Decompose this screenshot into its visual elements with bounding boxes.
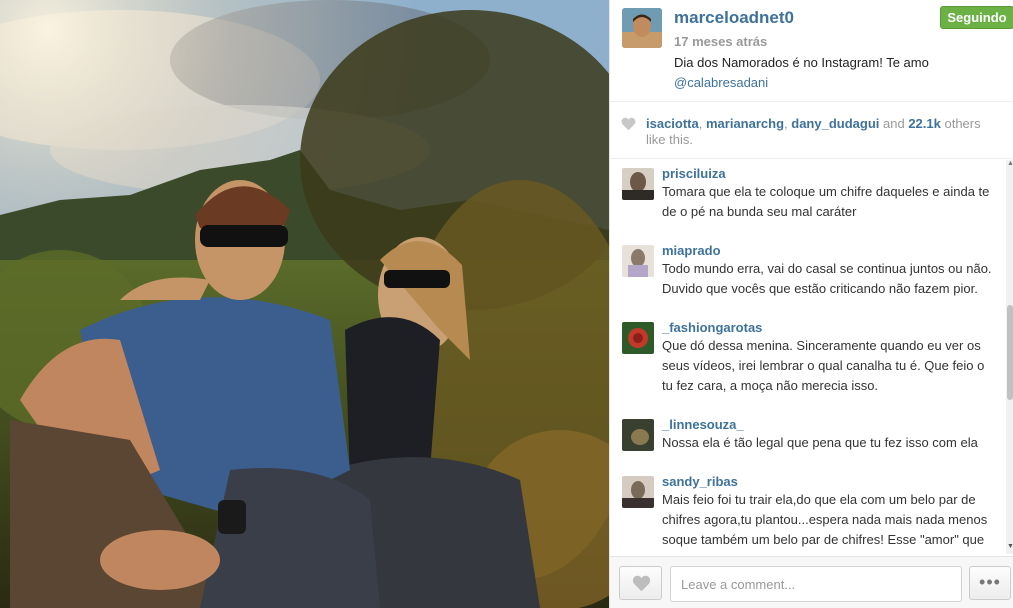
comment-text: Nossa ela é tão legal que pena que tu fe… xyxy=(662,435,978,450)
heart-icon xyxy=(621,117,636,131)
likes-and: and xyxy=(879,116,909,131)
likes-text: isaciotta, marianarchg, dany_dudagui and… xyxy=(646,116,996,148)
commenter-username[interactable]: _fashiongarotas xyxy=(662,314,998,336)
caption-text: Dia dos Namorados é no Instagram! Te amo xyxy=(674,55,929,70)
following-button[interactable]: Seguindo xyxy=(940,6,1013,29)
liker-marianarchg[interactable]: marianarchg xyxy=(706,116,784,131)
comment-input[interactable] xyxy=(670,566,962,602)
commenter-avatar[interactable] xyxy=(622,476,654,508)
comment-footer: ••• xyxy=(610,556,1013,608)
commenter-username[interactable]: miaprado xyxy=(662,237,998,259)
commenter-username[interactable]: _linnesouza_ xyxy=(662,411,998,433)
comments-list[interactable]: prisciluiza Tomara que ela te coloque um… xyxy=(610,160,1006,554)
scrollbar-thumb[interactable] xyxy=(1007,305,1013,400)
post-caption: Dia dos Namorados é no Instagram! Te amo… xyxy=(674,53,1004,93)
commenter-username[interactable]: sandy_ribas xyxy=(662,468,998,490)
comment-item: sandy_ribas Mais feio foi tu trair ela,d… xyxy=(610,468,1006,554)
comment-item: prisciluiza Tomara que ela te coloque um… xyxy=(610,160,1006,222)
comment-text: Todo mundo erra, vai do casal se continu… xyxy=(662,261,992,296)
comment-item: _fashiongarotas Que dó dessa menina. Sin… xyxy=(610,314,1006,396)
commenter-avatar[interactable] xyxy=(622,245,654,277)
likes-separator: , xyxy=(698,116,706,131)
like-button[interactable] xyxy=(619,566,662,600)
post-side-panel: marceloadnet0 Seguindo 17 meses atrás Di… xyxy=(609,0,1013,608)
owner-username[interactable]: marceloadnet0 xyxy=(674,8,794,28)
comment-text: Mais feio foi tu trair ela,do que ela co… xyxy=(662,492,988,554)
comment-item: miaprado Todo mundo erra, vai do casal s… xyxy=(610,237,1006,299)
comments-scrollbar[interactable]: ▲ ▼ xyxy=(1006,160,1013,554)
commenter-avatar[interactable] xyxy=(622,168,654,200)
scroll-up-icon[interactable]: ▲ xyxy=(1007,160,1013,167)
photo-illustration xyxy=(0,0,609,608)
commenter-username[interactable]: prisciluiza xyxy=(662,160,998,182)
heart-icon xyxy=(632,575,651,592)
liker-dany-dudagui[interactable]: dany_dudagui xyxy=(791,116,879,131)
post-timestamp: 17 meses atrás xyxy=(674,34,768,49)
scroll-down-icon[interactable]: ▼ xyxy=(1007,543,1013,550)
commenter-avatar[interactable] xyxy=(622,322,654,354)
likes-section: isaciotta, marianarchg, dany_dudagui and… xyxy=(610,103,1013,159)
caption-mention-link[interactable]: @calabresadani xyxy=(674,75,768,90)
comment-item: _linnesouza_ Nossa ela é tão legal que p… xyxy=(610,411,1006,453)
liker-isaciotta[interactable]: isaciotta xyxy=(646,116,699,131)
more-options-icon: ••• xyxy=(979,572,1001,592)
owner-avatar[interactable] xyxy=(622,8,662,48)
comment-text: Tomara que ela te coloque um chifre daqu… xyxy=(662,184,990,219)
comment-text: Que dó dessa menina. Sinceramente quando… xyxy=(662,338,985,393)
commenter-avatar[interactable] xyxy=(622,419,654,451)
post-header: marceloadnet0 Seguindo 17 meses atrás Di… xyxy=(610,0,1013,102)
likes-count[interactable]: 22.1k xyxy=(908,116,941,131)
post-photo[interactable] xyxy=(0,0,609,608)
more-options-button[interactable]: ••• xyxy=(969,566,1011,600)
